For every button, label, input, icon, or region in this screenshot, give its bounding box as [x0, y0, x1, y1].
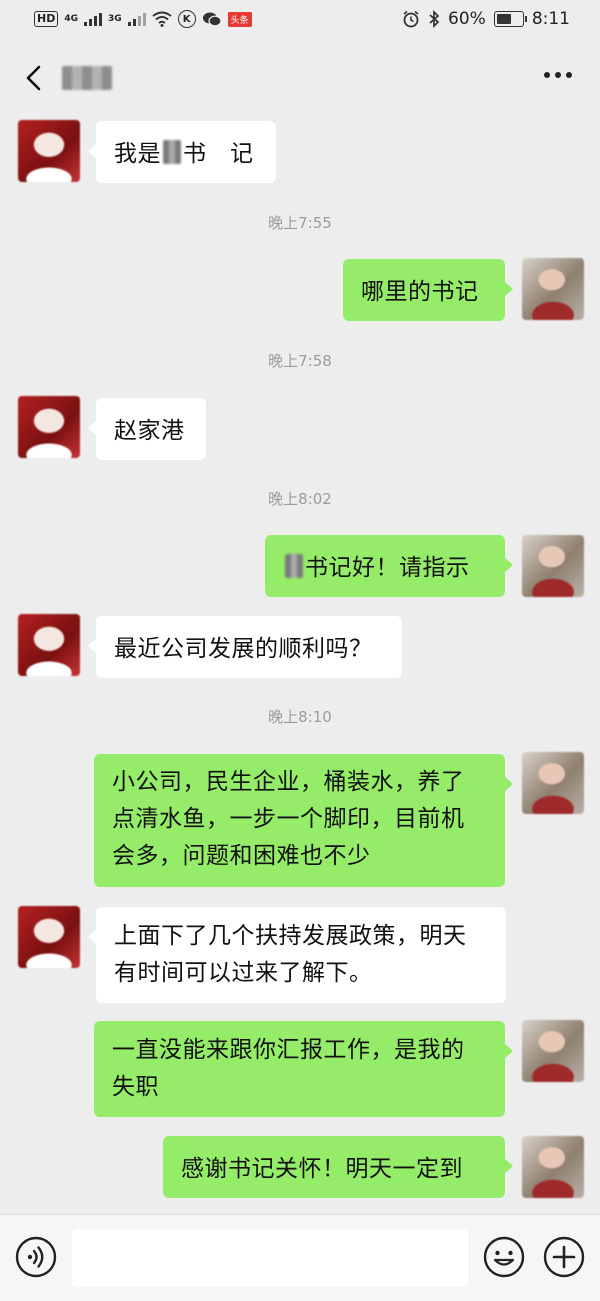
timestamp: 晚上8:02	[268, 490, 332, 508]
message-text: 书记好！请指示	[305, 555, 470, 581]
message-line: 有时间可以过来了解下。	[114, 960, 373, 986]
news-app-badge: 头条	[227, 11, 252, 27]
hd-indicator: HD	[34, 11, 59, 27]
message-outgoing[interactable]: 书记好！请指示	[265, 535, 513, 597]
message-line: 上面下了几个扶持发展政策，明天	[114, 923, 467, 949]
timestamp: 晚上7:55	[268, 214, 332, 232]
message-incoming[interactable]: 赵家港	[88, 398, 206, 460]
message-outgoing[interactable]: 一直没能来跟你汇报工作，是我的 失职	[94, 1021, 513, 1117]
bluetooth-icon	[429, 10, 440, 28]
ellipsis-icon[interactable]	[544, 72, 572, 78]
signal-icon	[84, 12, 102, 26]
signal-icon-2	[127, 12, 146, 26]
avatar[interactable]	[522, 535, 584, 597]
network-3g-label: 3G	[108, 14, 122, 24]
message-text: 最近公司发展的顺利吗？	[114, 636, 373, 662]
avatar[interactable]	[522, 1136, 584, 1198]
voice-icon[interactable]	[14, 1235, 58, 1279]
avatar[interactable]	[522, 258, 584, 320]
message-text: 我是	[114, 141, 161, 167]
message-text: 哪里的书记	[361, 279, 479, 305]
message-line: 点清水鱼，一步一个脚印，目前机	[112, 806, 465, 832]
clock: 8:11	[531, 9, 570, 29]
status-left: HD 4G 3G K 头条	[34, 10, 252, 28]
battery-percent: 60%	[448, 9, 486, 29]
avatar[interactable]	[18, 614, 80, 676]
redacted-name	[163, 140, 181, 164]
avatar[interactable]	[522, 752, 584, 814]
avatar[interactable]	[522, 1020, 584, 1082]
redacted-name	[285, 554, 303, 578]
alarm-icon	[403, 10, 419, 28]
battery-fill	[496, 14, 512, 24]
message-outgoing[interactable]: 小公司，民生企业，桶装水，养了 点清水鱼，一步一个脚印，目前机 会多，问题和困难…	[94, 754, 513, 887]
message-text: 书 记	[183, 141, 254, 167]
message-list[interactable]: 我是书 记 晚上7:55 哪里的书记 晚上7:58 赵家港 晚上8:02 书记好…	[0, 114, 600, 1214]
message-line: 小公司，民生企业，桶装水，养了	[112, 769, 465, 795]
chat-title-redacted	[62, 66, 112, 90]
status-right: 60% 8:11	[402, 9, 570, 29]
battery-icon	[493, 11, 527, 27]
wifi-icon	[152, 11, 172, 27]
avatar[interactable]	[18, 906, 80, 968]
emoji-icon[interactable]	[482, 1235, 526, 1279]
k-app-icon: K	[177, 10, 196, 28]
status-bar: HD 4G 3G K 头条 60% 8:11	[0, 0, 600, 42]
network-4g-label: 4G	[64, 14, 78, 24]
message-line: 一直没能来跟你汇报工作，是我的	[112, 1037, 465, 1063]
message-outgoing[interactable]: 感谢书记关怀！明天一定到	[163, 1136, 513, 1198]
message-incoming[interactable]: 我是书 记	[88, 121, 276, 183]
chat-header	[0, 42, 600, 114]
message-incoming[interactable]: 最近公司发展的顺利吗？	[88, 616, 402, 678]
timestamp: 晚上7:58	[268, 352, 332, 370]
chevron-left-icon[interactable]	[22, 64, 48, 92]
message-text: 感谢书记关怀！明天一定到	[181, 1156, 463, 1182]
message-line: 会多，问题和困难也不少	[112, 843, 371, 869]
wechat-icon	[202, 12, 222, 27]
message-outgoing[interactable]: 哪里的书记	[343, 259, 513, 321]
message-text: 赵家港	[114, 418, 185, 444]
input-bar	[0, 1214, 600, 1301]
message-line: 失职	[112, 1074, 159, 1100]
message-input[interactable]	[72, 1229, 468, 1287]
message-incoming[interactable]: 上面下了几个扶持发展政策，明天 有时间可以过来了解下。	[88, 907, 506, 1003]
avatar[interactable]	[18, 120, 80, 182]
plus-icon[interactable]	[542, 1235, 586, 1279]
avatar[interactable]	[18, 396, 80, 458]
timestamp: 晚上8:10	[268, 708, 332, 726]
